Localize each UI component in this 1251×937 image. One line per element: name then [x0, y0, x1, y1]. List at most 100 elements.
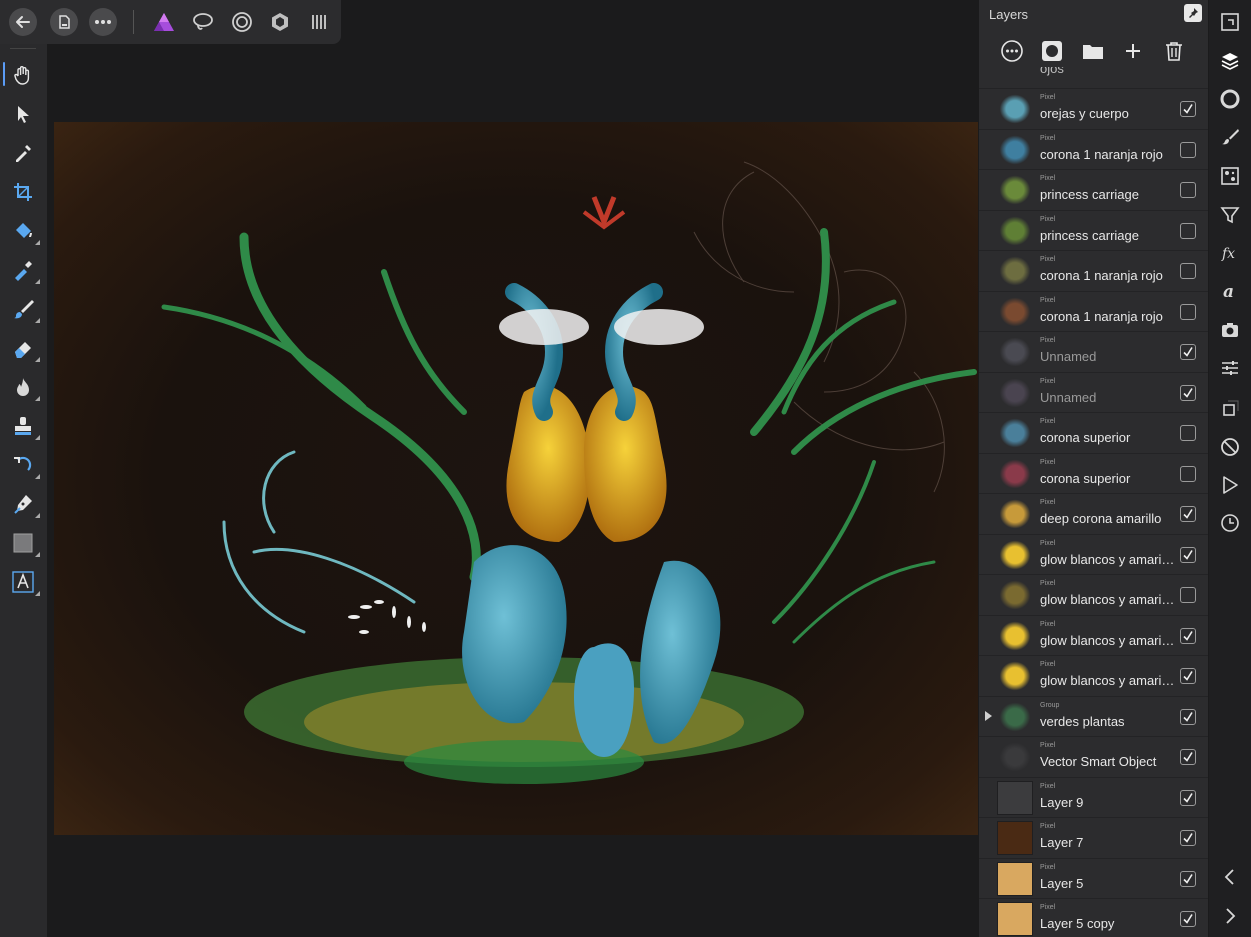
layer-row[interactable]: Group verdes plantas	[979, 695, 1208, 737]
layer-row[interactable]: Pixel Layer 7	[979, 817, 1208, 858]
brushes-button[interactable]	[1219, 126, 1241, 148]
layer-visibility-checkbox[interactable]	[1180, 303, 1196, 320]
color-picker-tool[interactable]	[8, 138, 38, 168]
back-button[interactable]	[9, 8, 37, 36]
liquify-persona-button[interactable]	[189, 8, 217, 36]
crop-tool[interactable]	[8, 177, 38, 207]
layer-options-button[interactable]	[997, 36, 1027, 66]
document-canvas[interactable]	[54, 122, 978, 835]
move-tool[interactable]	[8, 99, 38, 129]
layer-visibility-checkbox[interactable]	[1180, 182, 1196, 198]
paint-brush-tool[interactable]	[8, 294, 40, 324]
add-group-button[interactable]	[1078, 36, 1108, 66]
develop-persona-button[interactable]	[228, 8, 256, 36]
more-button[interactable]	[89, 8, 117, 36]
document-button[interactable]	[50, 8, 78, 36]
layer-row[interactable]: Pixel Unnamed	[979, 331, 1208, 372]
layer-row[interactable]: Pixel Layer 5	[979, 857, 1208, 899]
toolbar-divider	[133, 10, 134, 34]
photo-persona-button[interactable]	[150, 8, 178, 36]
layer-row[interactable]: Pixel corona 1 naranja rojo	[979, 290, 1208, 332]
swatches-button[interactable]	[1219, 165, 1241, 187]
add-layer-button[interactable]	[1118, 36, 1148, 66]
pin-panel-button[interactable]	[1184, 4, 1202, 22]
layer-visibility-checkbox[interactable]	[1180, 506, 1196, 522]
layer-visibility-checkbox[interactable]	[1180, 141, 1196, 158]
collapse-left-button[interactable]	[1219, 866, 1241, 888]
fx-button[interactable]: fx	[1219, 242, 1241, 264]
undo-brush-tool[interactable]	[8, 450, 40, 480]
layer-visibility-checkbox[interactable]	[1180, 263, 1196, 279]
layer-row[interactable]: Pixel Layer 9	[979, 776, 1208, 818]
rectangle-tool[interactable]	[8, 528, 40, 558]
layer-name: glow blancos y amarillos	[1040, 632, 1175, 648]
layer-visibility-checkbox[interactable]	[1180, 222, 1196, 239]
filters-button[interactable]	[1219, 204, 1241, 226]
layer-visibility-checkbox[interactable]	[1180, 101, 1196, 117]
layer-name: corona superior	[1040, 470, 1131, 486]
artistic-text-tool[interactable]	[8, 567, 40, 597]
group-expand-icon[interactable]	[985, 710, 992, 721]
hand-tool[interactable]	[8, 60, 38, 90]
clone-brush-tool[interactable]	[8, 411, 40, 441]
layer-thumbnail	[997, 416, 1033, 450]
layer-visibility-checkbox[interactable]	[1180, 627, 1196, 644]
layer-thumbnail	[997, 861, 1033, 896]
erase-brush-tool[interactable]	[8, 333, 40, 363]
burn-brush-tool[interactable]	[8, 372, 40, 402]
adjustments-button[interactable]	[1219, 357, 1241, 379]
layer-thumbnail	[997, 213, 1033, 248]
macro-play-button[interactable]	[1219, 474, 1241, 496]
delete-layer-button[interactable]	[1159, 36, 1189, 66]
layer-row[interactable]: Pixel corona superior	[979, 412, 1208, 453]
develop-persona-icon	[232, 12, 252, 32]
layer-visibility-checkbox[interactable]	[1180, 708, 1196, 725]
layer-row[interactable]: Pixel Vector Smart Object	[979, 736, 1208, 777]
layers-studio-button[interactable]	[1219, 50, 1241, 72]
flood-fill-tool[interactable]	[8, 216, 40, 246]
layer-visibility-checkbox[interactable]	[1180, 587, 1196, 603]
layer-row[interactable]: Pixel princess carriage	[979, 209, 1208, 251]
layer-row[interactable]: Pixel corona 1 naranja rojo	[979, 128, 1208, 170]
layer-visibility-checkbox[interactable]	[1180, 830, 1196, 846]
layer-visibility-checkbox[interactable]	[1180, 384, 1196, 401]
layer-row[interactable]: Pixel orejas y cuerpo	[979, 88, 1208, 129]
layer-row[interactable]: Pixel Layer 5 copy	[979, 898, 1208, 937]
layer-visibility-checkbox[interactable]	[1180, 749, 1196, 765]
checkmark-icon	[1183, 833, 1193, 843]
layer-visibility-checkbox[interactable]	[1180, 546, 1196, 563]
expand-right-button[interactable]	[1219, 905, 1241, 927]
layer-visibility-checkbox[interactable]	[1180, 465, 1196, 482]
layer-visibility-checkbox[interactable]	[1180, 344, 1196, 360]
snapshots-button[interactable]	[1219, 319, 1241, 341]
text-styles-button[interactable]: a	[1219, 280, 1241, 302]
selection-brush-tool[interactable]	[8, 255, 40, 285]
layer-row[interactable]: Pixel corona superior	[979, 452, 1208, 494]
no-entry-button[interactable]	[1219, 436, 1241, 458]
add-mask-button[interactable]	[1037, 36, 1067, 66]
flame-icon	[17, 378, 29, 396]
color-button[interactable]	[1219, 88, 1241, 110]
layer-visibility-checkbox[interactable]	[1180, 911, 1196, 927]
layer-row[interactable]: Pixel deep corona amarillo	[979, 493, 1208, 534]
layer-row[interactable]: Pixel glow blancos y amarillos	[979, 574, 1208, 615]
layer-row[interactable]: Pixel Unnamed	[979, 371, 1208, 413]
layer-type-label: Pixel	[1040, 661, 1056, 668]
layer-row[interactable]: Pixel corona 1 naranja rojo	[979, 250, 1208, 291]
layer-row[interactable]: Pixel princess carriage	[979, 169, 1208, 210]
export-persona-button[interactable]	[305, 8, 333, 36]
layer-row[interactable]: Pixel glow blancos y amarillos	[979, 655, 1208, 696]
layer-visibility-checkbox[interactable]	[1180, 425, 1196, 441]
layer-type-label: Pixel	[1040, 904, 1056, 911]
transform-button[interactable]	[1219, 398, 1241, 420]
layer-type-label: Pixel	[1040, 215, 1056, 223]
layer-visibility-checkbox[interactable]	[1180, 789, 1196, 806]
layer-row[interactable]: Pixel glow blancos y amarillos	[979, 533, 1208, 575]
pen-tool[interactable]	[8, 489, 40, 519]
layer-visibility-checkbox[interactable]	[1180, 668, 1196, 684]
navigator-button[interactable]	[1219, 11, 1241, 33]
layer-row[interactable]: Pixel glow blancos y amarillos	[979, 614, 1208, 656]
layer-visibility-checkbox[interactable]	[1180, 870, 1196, 887]
tone-mapping-persona-button[interactable]	[266, 8, 294, 36]
history-button[interactable]	[1219, 512, 1241, 534]
